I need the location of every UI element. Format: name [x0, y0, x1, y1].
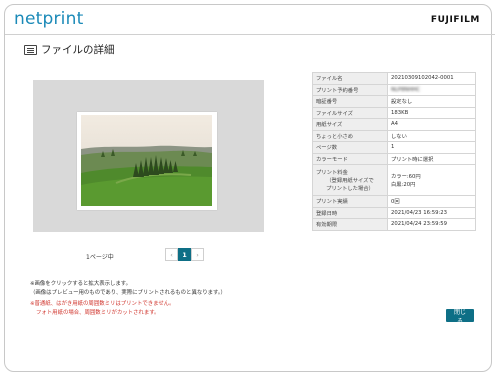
- detail-key: ファイルサイズ: [312, 106, 388, 119]
- print-fee-color: カラー:60円: [391, 174, 421, 180]
- close-button[interactable]: 閉じる: [446, 309, 474, 325]
- table-row: プリント予約番号 NLP8NHHC: [312, 83, 476, 96]
- detail-value: プリント時に選択: [387, 152, 476, 165]
- print-fee-key-line2: （登録用紙サイズで: [326, 178, 374, 184]
- detail-value: A4: [387, 118, 476, 131]
- print-fee-value: カラー:60円 白黒:20円: [387, 164, 476, 196]
- detail-key: プリント予約番号: [312, 83, 388, 96]
- detail-key: 暗証番号: [312, 95, 388, 108]
- table-row: 登録日時 2021/04/23 16:59:23: [312, 206, 476, 219]
- prev-page-button[interactable]: ‹: [165, 248, 178, 261]
- detail-key: ページ数: [312, 141, 388, 154]
- detail-value: 0回: [387, 195, 476, 208]
- print-fee-key: プリント料金 （登録用紙サイズで プリントした場合）: [312, 164, 388, 196]
- table-row-print-fee: プリント料金 （登録用紙サイズで プリントした場合） カラー:60円 白黒:20…: [312, 164, 476, 196]
- page-count-label: 1ページ中: [86, 254, 114, 261]
- warning-line: フォト用紙の場合、周囲数ミリがカットされます。: [36, 310, 160, 316]
- header-divider: [5, 34, 495, 35]
- table-row: カラーモード プリント時に選択: [312, 152, 476, 165]
- print-fee-mono: 白黒:20円: [391, 182, 416, 188]
- file-details-table: ファイル名 20210309102042-0001 プリント予約番号 NLP8N…: [312, 72, 476, 231]
- fujifilm-logo: FUJIFILM: [430, 15, 480, 25]
- detail-key: カラーモード: [312, 152, 388, 165]
- detail-value: 2021/04/23 16:59:23: [387, 206, 476, 219]
- page-title: ファイルの詳細: [41, 44, 115, 56]
- detail-value: 設定なし: [387, 95, 476, 108]
- print-fee-key-line3: プリントした場合）: [326, 186, 374, 192]
- detail-value: 2021/04/24 23:59:59: [387, 218, 476, 231]
- detail-key: 登録日時: [312, 206, 388, 219]
- table-row: 用紙サイズ A4: [312, 118, 476, 131]
- preview-notes: ※画像をクリックすると拡大表示します。 （画像はプレビュー用のものであり、実際に…: [30, 280, 226, 298]
- preview-area: [33, 80, 264, 232]
- detail-key: ファイル名: [312, 72, 388, 85]
- table-row: ファイルサイズ 183KB: [312, 106, 476, 119]
- note-line: （画像はプレビュー用のものであり、実際にプリントされるものと異なります。）: [30, 290, 226, 296]
- reservation-number-value: NLP8NHHC: [387, 83, 476, 96]
- table-row: プリント実績 0回: [312, 195, 476, 208]
- detail-key: プリント実績: [312, 195, 388, 208]
- preview-thumbnail[interactable]: [77, 112, 217, 210]
- detail-key: ちょっと小さめ: [312, 129, 388, 142]
- pagination: ‹ 1 ›: [165, 248, 204, 261]
- detail-key: 用紙サイズ: [312, 118, 388, 131]
- table-row: ページ数 1: [312, 141, 476, 154]
- page-title-row: ファイルの詳細: [24, 42, 115, 57]
- detail-value: 20210309102042-0001: [387, 72, 476, 85]
- netprint-logo: netprint: [14, 9, 84, 29]
- detail-value: 183KB: [387, 106, 476, 119]
- warning-notes: ※普通紙、はがき用紙の周囲数ミリはプリントできません。 フォト用紙の場合、周囲数…: [30, 300, 175, 318]
- detail-value: 1: [387, 141, 476, 154]
- detail-key: 有効期限: [312, 218, 388, 231]
- table-row: 有効期限 2021/04/24 23:59:59: [312, 218, 476, 231]
- detail-value: しない: [387, 129, 476, 142]
- table-row: ちょっと小さめ しない: [312, 129, 476, 142]
- table-row: ファイル名 20210309102042-0001: [312, 72, 476, 85]
- next-page-button[interactable]: ›: [191, 248, 204, 261]
- document-list-icon: [24, 44, 37, 55]
- warning-line: ※普通紙、はがき用紙の周囲数ミリはプリントできません。: [30, 301, 175, 307]
- landscape-photo[interactable]: [81, 115, 212, 206]
- note-line: ※画像をクリックすると拡大表示します。: [30, 281, 132, 287]
- page-1-button[interactable]: 1: [178, 248, 191, 261]
- table-row: 暗証番号 設定なし: [312, 95, 476, 108]
